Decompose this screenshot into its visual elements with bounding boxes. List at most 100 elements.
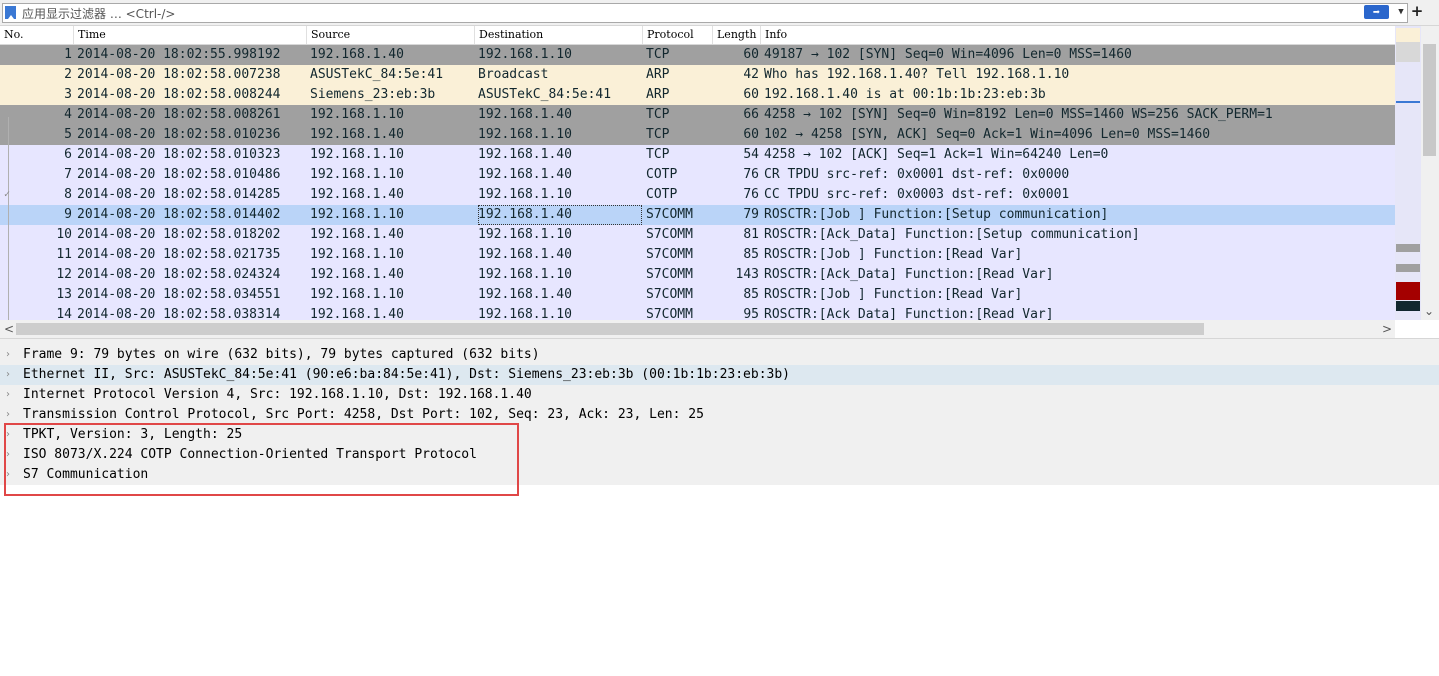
packet-time: 2014-08-20 18:02:58.021735 bbox=[77, 247, 281, 262]
packet-row[interactable]: 2 2014-08-20 18:02:58.007238 ASUSTekC_84:5… bbox=[0, 65, 1395, 85]
column-header-info[interactable]: Info bbox=[761, 26, 1395, 44]
detail-tree-label: Ethernet II, Src: ASUSTekC_84:5e:41 (90:… bbox=[23, 367, 791, 382]
packet-dst: 192.168.1.10 bbox=[478, 187, 572, 202]
detail-tree-label: TPKT, Version: 3, Length: 25 bbox=[23, 427, 243, 442]
packet-proto: ARP bbox=[646, 87, 670, 102]
column-header-destination[interactable]: Destination bbox=[475, 26, 643, 44]
packet-row[interactable]: 13 2014-08-20 18:02:58.034551 192.168.1.10… bbox=[0, 285, 1395, 305]
apply-filter-button[interactable]: ➡ bbox=[1364, 5, 1389, 19]
packet-row[interactable]: 5 2014-08-20 18:02:58.010236 192.168.1.40 1… bbox=[0, 125, 1395, 145]
packet-dst: 192.168.1.40 bbox=[478, 167, 572, 182]
horizontal-scroll-thumb[interactable] bbox=[16, 323, 1204, 335]
detail-tree-item[interactable]: › Transmission Control Protocol, Src Port… bbox=[0, 405, 1439, 425]
packet-len: 66 bbox=[743, 107, 759, 122]
column-header-time[interactable]: Time bbox=[74, 26, 307, 44]
chevron-down-icon[interactable]: ⌄ bbox=[1424, 302, 1434, 320]
packet-src: 192.168.1.10 bbox=[310, 247, 404, 262]
packet-row-selected[interactable]: 9 2014-08-20 18:02:58.014402 192.168.1.10 1… bbox=[0, 205, 1395, 225]
detail-tree-item[interactable]: › Internet Protocol Version 4, Src: 192.1… bbox=[0, 385, 1439, 405]
packet-src: 192.168.1.10 bbox=[310, 147, 404, 162]
arrow-right-icon: ➡ bbox=[1372, 5, 1381, 19]
packet-time: 2014-08-20 18:02:58.010323 bbox=[77, 147, 281, 162]
packet-info: ROSCTR:[Job ] Function:[Setup communicat… bbox=[764, 207, 1109, 222]
detail-tree-item[interactable]: › Ethernet II, Src: ASUSTekC_84:5e:41 (90… bbox=[0, 365, 1439, 385]
packet-info: CR TPDU src-ref: 0x0001 dst-ref: 0x0000 bbox=[764, 167, 1070, 182]
chevron-right-icon[interactable]: > bbox=[1382, 320, 1392, 338]
packet-dst: 192.168.1.40 bbox=[478, 287, 572, 302]
packet-proto: ARP bbox=[646, 67, 670, 82]
chevron-right-icon[interactable]: › bbox=[6, 385, 10, 405]
packet-src: 192.168.1.40 bbox=[310, 267, 404, 282]
packet-info: 49187 → 102 [SYN] Seq=0 Win=4096 Len=0 M… bbox=[764, 47, 1132, 62]
packet-dst: Broadcast bbox=[478, 67, 549, 82]
chevron-right-icon[interactable]: › bbox=[6, 425, 10, 445]
detail-tree-item[interactable]: › ISO 8073/X.224 COTP Connection-Oriented… bbox=[0, 445, 1439, 465]
packet-row[interactable]: 7 2014-08-20 18:02:58.010486 192.168.1.10 1… bbox=[0, 165, 1395, 185]
related-packet-icon: ✓ bbox=[4, 189, 11, 200]
packet-len: 42 bbox=[743, 67, 759, 82]
chevron-right-icon[interactable]: › bbox=[6, 365, 10, 385]
chevron-right-icon[interactable]: › bbox=[6, 345, 10, 365]
chevron-right-icon[interactable]: › bbox=[6, 465, 10, 485]
packet-no: 9 bbox=[64, 207, 72, 222]
packet-info: CC TPDU src-ref: 0x0003 dst-ref: 0x0001 bbox=[764, 187, 1070, 202]
packet-len: 95 bbox=[743, 307, 759, 320]
packet-info: 4258 → 102 [ACK] Seq=1 Ack=1 Win=64240 L… bbox=[764, 147, 1109, 162]
packet-no: 12 bbox=[56, 267, 72, 282]
packet-row[interactable]: 11 2014-08-20 18:02:58.021735 192.168.1.10… bbox=[0, 245, 1395, 265]
packet-proto: S7COMM bbox=[646, 287, 693, 302]
packet-time: 2014-08-20 18:02:55.998192 bbox=[77, 47, 281, 62]
detail-tree-item[interactable]: › Frame 9: 79 bytes on wire (632 bits), 7… bbox=[0, 345, 1439, 365]
packet-dst: 192.168.1.40 bbox=[478, 107, 572, 122]
packet-list-vertical-scrollbar[interactable]: ⌄ bbox=[1421, 26, 1439, 320]
packet-src: 192.168.1.40 bbox=[310, 227, 404, 242]
packet-info: 4258 → 102 [SYN] Seq=0 Win=8192 Len=0 MS… bbox=[764, 107, 1273, 122]
packet-row[interactable]: 3 2014-08-20 18:02:58.008244 Siemens_23:eb… bbox=[0, 85, 1395, 105]
packet-len: 79 bbox=[743, 207, 759, 222]
packet-src: 192.168.1.10 bbox=[310, 107, 404, 122]
packet-no: 8 bbox=[64, 187, 72, 202]
column-header-length[interactable]: Length bbox=[713, 26, 761, 44]
display-filter-toolbar: 应用显示过滤器 … <Ctrl-/> ➡ ▼ + bbox=[0, 0, 1439, 26]
filter-history-dropdown[interactable]: ▼ bbox=[1395, 4, 1407, 21]
packet-src: 192.168.1.10 bbox=[310, 287, 404, 302]
packet-src: 192.168.1.10 bbox=[310, 207, 404, 222]
packet-row[interactable]: 8 2014-08-20 18:02:58.014285 192.168.1.40 1… bbox=[0, 185, 1395, 205]
packet-len: 76 bbox=[743, 167, 759, 182]
packet-row[interactable]: 6 2014-08-20 18:02:58.010323 192.168.1.10 1… bbox=[0, 145, 1395, 165]
detail-tree-item[interactable]: › S7 Communication bbox=[0, 465, 1439, 485]
packet-row[interactable]: 10 2014-08-20 18:02:58.018202 192.168.1.40… bbox=[0, 225, 1395, 245]
minimap-mark bbox=[1396, 244, 1420, 252]
packet-info: Who has 192.168.1.40? Tell 192.168.1.10 bbox=[764, 67, 1070, 82]
packet-proto: S7COMM bbox=[646, 227, 693, 242]
pane-splitter[interactable] bbox=[0, 338, 1439, 345]
packet-row[interactable]: 1 2014-08-20 18:02:55.998192 192.168.1.40 1… bbox=[0, 45, 1395, 65]
chevron-left-icon[interactable]: < bbox=[4, 320, 14, 338]
minimap-mark bbox=[1396, 42, 1420, 62]
packet-list-horizontal-scrollbar[interactable]: < > bbox=[0, 320, 1395, 338]
vertical-scroll-thumb[interactable] bbox=[1423, 44, 1436, 156]
packet-time: 2014-08-20 18:02:58.014285 bbox=[77, 187, 281, 202]
bookmark-icon[interactable] bbox=[5, 6, 16, 19]
column-header-source[interactable]: Source bbox=[307, 26, 475, 44]
packet-time: 2014-08-20 18:02:58.018202 bbox=[77, 227, 281, 242]
packet-no: 2 bbox=[64, 67, 72, 82]
column-header-protocol[interactable]: Protocol bbox=[643, 26, 713, 44]
minimap-mark bbox=[1396, 282, 1420, 300]
detail-tree-label: Transmission Control Protocol, Src Port:… bbox=[23, 407, 704, 422]
minimap-mark bbox=[1396, 264, 1420, 272]
packet-row[interactable]: 4 2014-08-20 18:02:58.008261 192.168.1.10 1… bbox=[0, 105, 1395, 125]
packet-list-minimap[interactable] bbox=[1395, 26, 1421, 320]
display-filter-input[interactable]: 应用显示过滤器 … <Ctrl-/> ➡ ▼ bbox=[2, 3, 1408, 23]
chevron-right-icon[interactable]: › bbox=[6, 445, 10, 465]
packet-row[interactable]: 14 2014-08-20 18:02:58.038314 192.168.1.40… bbox=[0, 305, 1395, 320]
minimap-mark bbox=[1396, 301, 1420, 311]
packet-no: 7 bbox=[64, 167, 72, 182]
detail-tree-item[interactable]: › TPKT, Version: 3, Length: 25 bbox=[0, 425, 1439, 445]
chevron-right-icon[interactable]: › bbox=[6, 405, 10, 425]
packet-row[interactable]: 12 2014-08-20 18:02:58.024324 192.168.1.40… bbox=[0, 265, 1395, 285]
packet-proto: COTP bbox=[646, 187, 678, 202]
packet-proto: S7COMM bbox=[646, 207, 693, 222]
column-header-no[interactable]: No. bbox=[0, 26, 74, 44]
add-filter-button[interactable]: + bbox=[1410, 2, 1424, 20]
